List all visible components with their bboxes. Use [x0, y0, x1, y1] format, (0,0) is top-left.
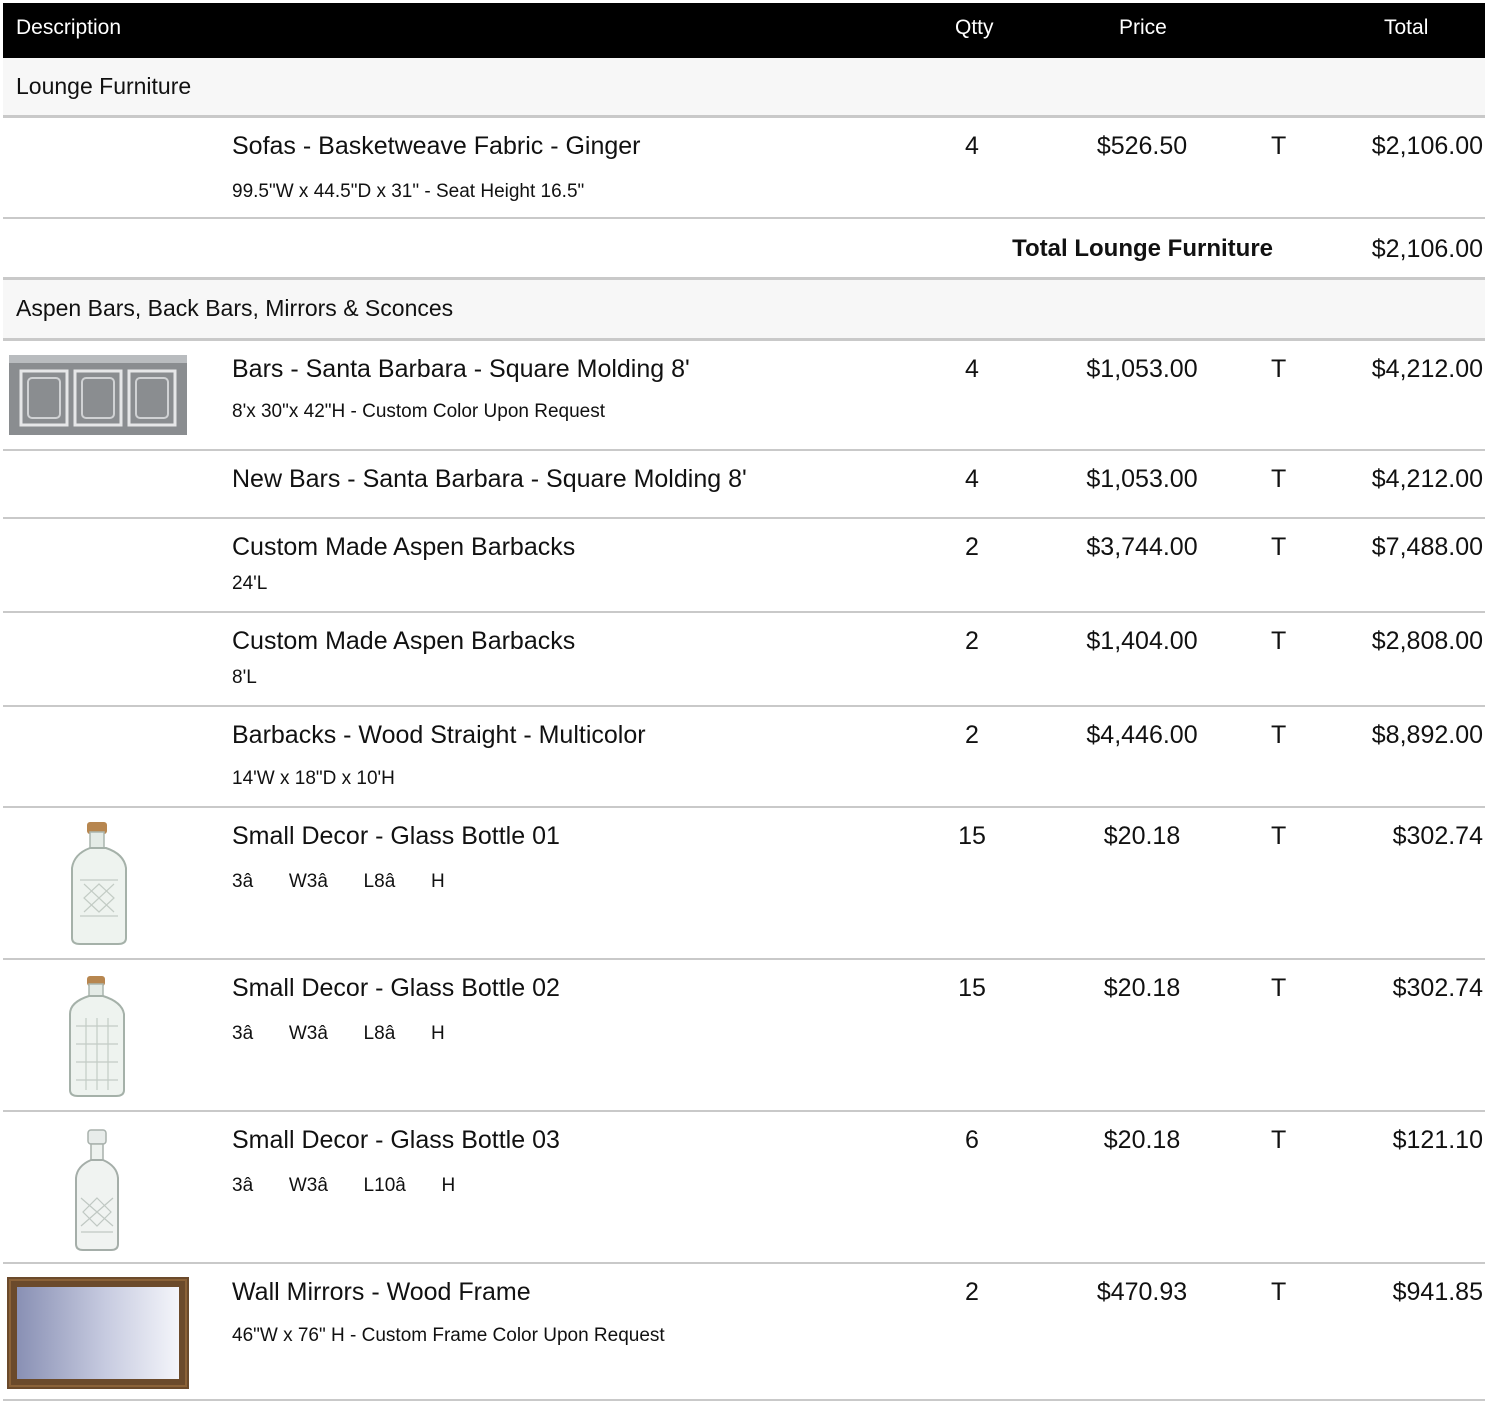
- header-qty: Qtty: [955, 16, 994, 39]
- table-row: Small Decor - Glass Bottle 01 3â W3â…: [3, 808, 1485, 960]
- glass-decanter-thumbnail: [75, 1129, 119, 1251]
- item-price: $20.18: [1103, 1126, 1181, 1154]
- item-tax-flag: T: [1271, 533, 1287, 561]
- section-subtotal-row: Total Lounge Furniture $2,106.00: [3, 219, 1485, 280]
- item-qty: 4: [965, 355, 979, 383]
- section-title: Aspen Bars, Back Bars, Mirrors & Sconces: [16, 295, 454, 321]
- item-dimensions: 3â W3â L8â H: [232, 1023, 445, 1044]
- item-price: $20.18: [1103, 974, 1181, 1002]
- item-qty: 2: [965, 1278, 979, 1306]
- item-dimensions: 46"W x 76" H - Custom Frame Color Upon R…: [232, 1325, 665, 1346]
- item-name: Bars - Santa Barbara - Square Molding 8': [232, 355, 690, 383]
- item-total: $121.10: [1392, 1126, 1483, 1154]
- item-tax-flag: T: [1271, 1126, 1287, 1154]
- item-name: Barbacks - Wood Straight - Multicolor: [232, 721, 646, 749]
- item-total: $4,212.00: [1371, 465, 1483, 493]
- section-header-lounge-furniture: Lounge Furniture: [3, 58, 1485, 118]
- item-name: Sofas - Basketweave Fabric - Ginger: [232, 132, 641, 160]
- item-price: $1,053.00: [1086, 355, 1198, 383]
- item-total: $302.74: [1392, 822, 1483, 850]
- table-row: Barbacks - Wood Straight - Multicolor 14…: [3, 707, 1485, 808]
- item-price: $3,744.00: [1086, 533, 1198, 561]
- item-dimensions: 14'W x 18"D x 10'H: [232, 768, 395, 789]
- item-tax-flag: T: [1271, 974, 1287, 1002]
- item-price: $470.93: [1096, 1278, 1188, 1306]
- item-dimensions: 3â W3â L8â H: [232, 871, 445, 892]
- item-total: $7,488.00: [1371, 533, 1483, 561]
- item-dimensions: 3â W3â L10â H: [232, 1175, 456, 1196]
- section-title: Lounge Furniture: [16, 73, 192, 99]
- table-row: Custom Made Aspen Barbacks 24'L 2 $3,744…: [3, 519, 1485, 613]
- header-price: Price: [1119, 16, 1167, 39]
- item-tax-flag: T: [1271, 465, 1287, 493]
- table-row: Wall Mirrors - Wood Frame 46"W x 76" H -…: [3, 1264, 1485, 1401]
- item-price: $20.18: [1103, 822, 1181, 850]
- section-header-aspen-bars: Aspen Bars, Back Bars, Mirrors & Sconces: [3, 280, 1485, 341]
- item-total: $2,808.00: [1371, 627, 1483, 655]
- item-qty: 15: [958, 974, 986, 1002]
- item-qty: 15: [958, 822, 986, 850]
- item-tax-flag: T: [1271, 1278, 1287, 1306]
- header-description: Description: [16, 16, 122, 39]
- item-dimensions: 8'x 30"x 42"H - Custom Color Upon Reques…: [232, 401, 606, 422]
- subtotal-label: Total Lounge Furniture: [1012, 235, 1273, 262]
- item-name: Custom Made Aspen Barbacks: [232, 533, 576, 561]
- item-price: $1,053.00: [1086, 465, 1198, 493]
- item-name: Small Decor - Glass Bottle 01: [232, 822, 560, 850]
- item-price: $526.50: [1096, 132, 1188, 160]
- item-total: $302.74: [1392, 974, 1483, 1002]
- item-total: $4,212.00: [1371, 355, 1483, 383]
- table-row: New Bars - Santa Barbara - Square Moldin…: [3, 451, 1485, 519]
- item-dimensions: 99.5"W x 44.5"D x 31" - Seat Height 16.5…: [232, 181, 585, 202]
- header-total: Total: [1384, 16, 1429, 39]
- item-name: Small Decor - Glass Bottle 02: [232, 974, 560, 1002]
- table-row: Small Decor - Glass Bottle 02 3â W3â…: [3, 960, 1485, 1112]
- glass-bottle-thumbnail: [69, 976, 125, 1097]
- item-name: New Bars - Santa Barbara - Square Moldin…: [232, 465, 747, 493]
- item-qty: 2: [965, 627, 979, 655]
- item-dimensions: 8'L: [232, 667, 257, 688]
- item-tax-flag: T: [1271, 132, 1287, 160]
- glass-bottle-thumbnail: [71, 822, 127, 945]
- item-total: $941.85: [1392, 1278, 1483, 1306]
- item-name: Custom Made Aspen Barbacks: [232, 627, 576, 655]
- table-row: Custom Made Aspen Barbacks 8'L 2 $1,404.…: [3, 613, 1485, 707]
- item-price: $1,404.00: [1086, 627, 1198, 655]
- table-row: Bars - Santa Barbara - Square Molding 8'…: [3, 341, 1485, 451]
- item-qty: 2: [965, 721, 979, 749]
- item-qty: 2: [965, 533, 979, 561]
- item-qty: 4: [965, 465, 979, 493]
- item-qty: 6: [965, 1126, 979, 1154]
- item-dimensions: 24'L: [232, 573, 268, 594]
- wood-frame-mirror-thumbnail: [7, 1277, 189, 1389]
- item-price: $4,446.00: [1086, 721, 1198, 749]
- item-tax-flag: T: [1271, 355, 1287, 383]
- item-tax-flag: T: [1271, 721, 1287, 749]
- table-row: Sofas - Basketweave Fabric - Ginger 99.5…: [3, 118, 1485, 219]
- item-name: Wall Mirrors - Wood Frame: [232, 1278, 531, 1306]
- item-tax-flag: T: [1271, 822, 1287, 850]
- item-name: Small Decor - Glass Bottle 03: [232, 1126, 560, 1154]
- table-header: Description Qtty Price Total: [3, 3, 1485, 58]
- subtotal-value: $2,106.00: [1371, 235, 1483, 263]
- grey-bar-thumbnail: [9, 355, 187, 435]
- item-total: $2,106.00: [1371, 132, 1483, 160]
- table-row: Small Decor - Glass Bottle 03 3â W3â…: [3, 1112, 1485, 1264]
- item-tax-flag: T: [1271, 627, 1287, 655]
- item-qty: 4: [965, 132, 979, 160]
- item-total: $8,892.00: [1371, 721, 1483, 749]
